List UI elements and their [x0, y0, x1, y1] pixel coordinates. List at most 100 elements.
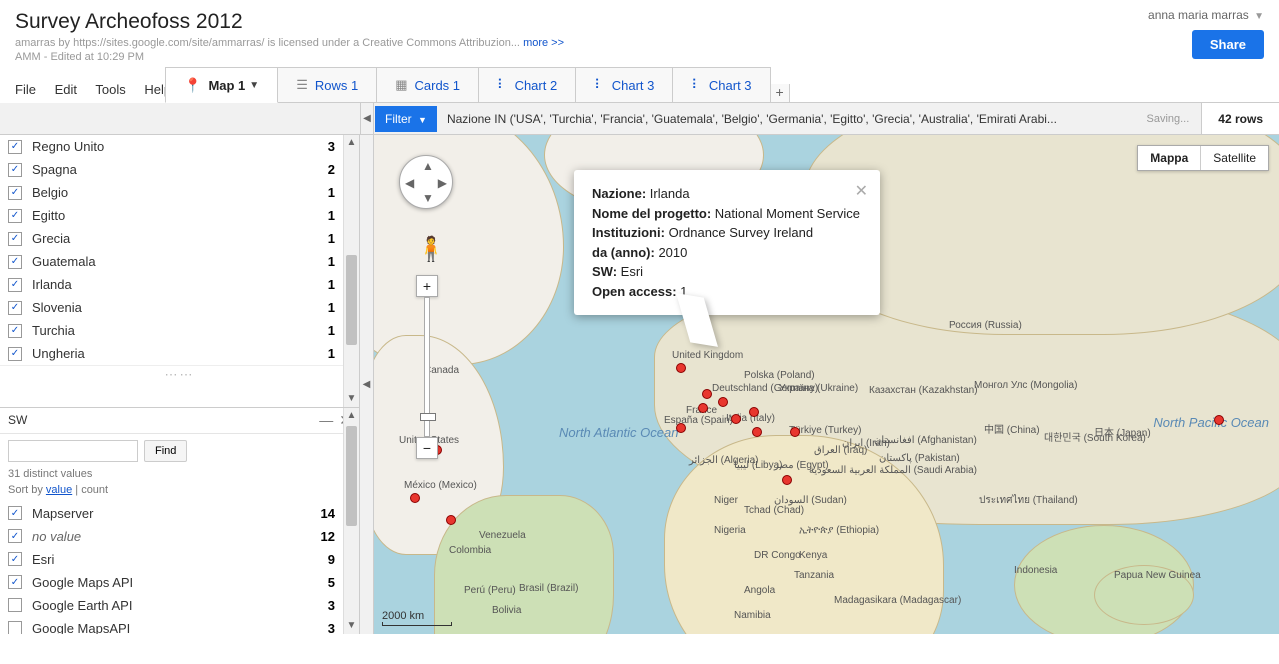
scroll-down-icon[interactable]: ▼	[344, 391, 359, 407]
map-type-map[interactable]: Mappa	[1138, 146, 1200, 170]
checkbox-icon[interactable]: ✓	[8, 255, 22, 269]
data-marker[interactable]	[698, 403, 708, 413]
pan-down-icon[interactable]: ▼	[422, 191, 434, 205]
scroll-down-icon[interactable]: ▼	[344, 618, 359, 634]
scroll-up-icon[interactable]: ▲	[344, 135, 359, 151]
facet-row[interactable]: ✓Ungheria1	[0, 342, 359, 365]
sidebar-collapse-button[interactable]: ◀	[360, 103, 374, 134]
filter-bar: ◀ Filter ▼ Nazione IN ('USA', 'Turchia',…	[0, 103, 1279, 135]
tab-chart2[interactable]: ⠇ Chart 2	[478, 67, 576, 102]
facet-row[interactable]: ✓no value12	[0, 525, 359, 548]
facet-row[interactable]: ✓Grecia1	[0, 227, 359, 250]
data-marker[interactable]	[782, 475, 792, 485]
scroll-up-icon[interactable]: ▲	[344, 408, 359, 424]
zoom-slider-track[interactable]	[424, 297, 430, 437]
minimize-icon[interactable]: —	[319, 412, 333, 428]
find-button[interactable]: Find	[144, 440, 187, 462]
scrollbar[interactable]: ▲ ▼	[343, 135, 359, 407]
add-tab-button[interactable]: +	[770, 84, 790, 102]
facet-row[interactable]: ✓Google MapsAPI3	[0, 617, 359, 634]
facet-row[interactable]: ✓Google Earth API3	[0, 594, 359, 617]
map-canvas[interactable]: North Atlantic Ocean North Pacific Ocean…	[374, 135, 1279, 634]
facet-nazione: ✓Regno Unito3✓Spagna2✓Belgio1✓Egitto1✓Gr…	[0, 135, 359, 407]
facet-row[interactable]: ✓Irlanda1	[0, 273, 359, 296]
checkbox-icon[interactable]: ✓	[8, 347, 22, 361]
pan-left-icon[interactable]: ◀	[405, 176, 414, 190]
pan-up-icon[interactable]: ▲	[422, 159, 434, 173]
zoom-in-button[interactable]: +	[416, 275, 438, 297]
pegman-icon[interactable]: 🧍	[416, 235, 446, 264]
tab-chart3a[interactable]: ⠇ Chart 3	[575, 67, 673, 102]
checkbox-icon[interactable]: ✓	[8, 232, 22, 246]
checkbox-icon[interactable]: ✓	[8, 621, 22, 634]
pan-right-icon[interactable]: ▶	[438, 176, 447, 190]
checkbox-icon[interactable]: ✓	[8, 163, 22, 177]
facet-row[interactable]: ✓Esri9	[0, 548, 359, 571]
data-marker[interactable]	[446, 515, 456, 525]
scroll-thumb[interactable]	[346, 255, 357, 345]
country-label: Казахстан (Kazakhstan)	[869, 385, 978, 396]
sort-sep: |	[72, 484, 81, 496]
facet-row[interactable]: ✓Egitto1	[0, 204, 359, 227]
close-icon[interactable]: ✕	[855, 180, 868, 204]
tab-cards[interactable]: ▦ Cards 1	[376, 67, 479, 102]
data-marker[interactable]	[1214, 415, 1224, 425]
facet-row[interactable]: ✓Google Maps API5	[0, 571, 359, 594]
menu-tools[interactable]: Tools	[95, 82, 125, 97]
sort-by-value[interactable]: value	[46, 484, 72, 496]
facet-row[interactable]: ✓Regno Unito3	[0, 135, 359, 158]
facet-row[interactable]: ✓Spagna2	[0, 158, 359, 181]
scrollbar[interactable]: ▲ ▼	[343, 408, 359, 634]
checkbox-icon[interactable]: ✓	[8, 140, 22, 154]
checkbox-icon[interactable]: ✓	[8, 552, 22, 566]
more-link[interactable]: more >>	[523, 37, 564, 49]
chevron-down-icon: ▼	[418, 115, 427, 125]
checkbox-icon[interactable]: ✓	[8, 598, 22, 612]
panel-resize-handle[interactable]: ⋯⋯	[0, 365, 359, 384]
data-marker[interactable]	[410, 493, 420, 503]
facet-row[interactable]: ✓Guatemala1	[0, 250, 359, 273]
tab-chart3b[interactable]: ⠇ Chart 3	[672, 67, 770, 102]
checkbox-icon[interactable]: ✓	[8, 506, 22, 520]
tab-map[interactable]: 📍 Map 1 ▼	[165, 67, 278, 103]
checkbox-icon[interactable]: ✓	[8, 209, 22, 223]
checkbox-icon[interactable]: ✓	[8, 529, 22, 543]
map-type-switch: Mappa Satellite	[1137, 145, 1269, 171]
data-marker[interactable]	[676, 363, 686, 373]
checkbox-icon[interactable]: ✓	[8, 301, 22, 315]
checkbox-icon[interactable]: ✓	[8, 324, 22, 338]
facet-row[interactable]: ✓Slovenia1	[0, 296, 359, 319]
data-marker[interactable]	[752, 427, 762, 437]
share-button[interactable]: Share	[1192, 30, 1264, 59]
chevron-down-icon: ▼	[249, 80, 259, 91]
country-label: السودان (Sudan)	[774, 495, 847, 506]
sort-by-count[interactable]: count	[81, 484, 108, 496]
sort-controls: Sort by value | count	[0, 484, 359, 502]
facet-row[interactable]: ✓Belgio1	[0, 181, 359, 204]
data-marker[interactable]	[676, 423, 686, 433]
data-marker[interactable]	[749, 407, 759, 417]
zoom-control: + −	[416, 275, 438, 459]
menu-file[interactable]: File	[15, 82, 36, 97]
checkbox-icon[interactable]: ✓	[8, 186, 22, 200]
user-menu[interactable]: anna maria marras ▼	[1148, 8, 1264, 22]
zoom-slider-handle[interactable]	[420, 413, 436, 421]
map-type-satellite[interactable]: Satellite	[1200, 146, 1268, 170]
data-marker[interactable]	[702, 389, 712, 399]
checkbox-icon[interactable]: ✓	[8, 575, 22, 589]
facet-search-input[interactable]	[8, 440, 138, 462]
data-marker[interactable]	[731, 414, 741, 424]
checkbox-icon[interactable]: ✓	[8, 278, 22, 292]
menu-edit[interactable]: Edit	[55, 82, 77, 97]
scroll-thumb[interactable]	[346, 426, 357, 526]
data-marker[interactable]	[790, 427, 800, 437]
tab-rows[interactable]: ☰ Rows 1	[277, 67, 377, 102]
country-label: DR Congo	[754, 550, 801, 561]
facet-label: Belgio	[32, 185, 328, 200]
data-marker[interactable]	[718, 397, 728, 407]
facet-row[interactable]: ✓Turchia1	[0, 319, 359, 342]
zoom-out-button[interactable]: −	[416, 437, 438, 459]
filter-button[interactable]: Filter ▼	[375, 106, 437, 132]
vertical-splitter[interactable]: ◀	[360, 135, 374, 634]
facet-row[interactable]: ✓Mapserver14	[0, 502, 359, 525]
